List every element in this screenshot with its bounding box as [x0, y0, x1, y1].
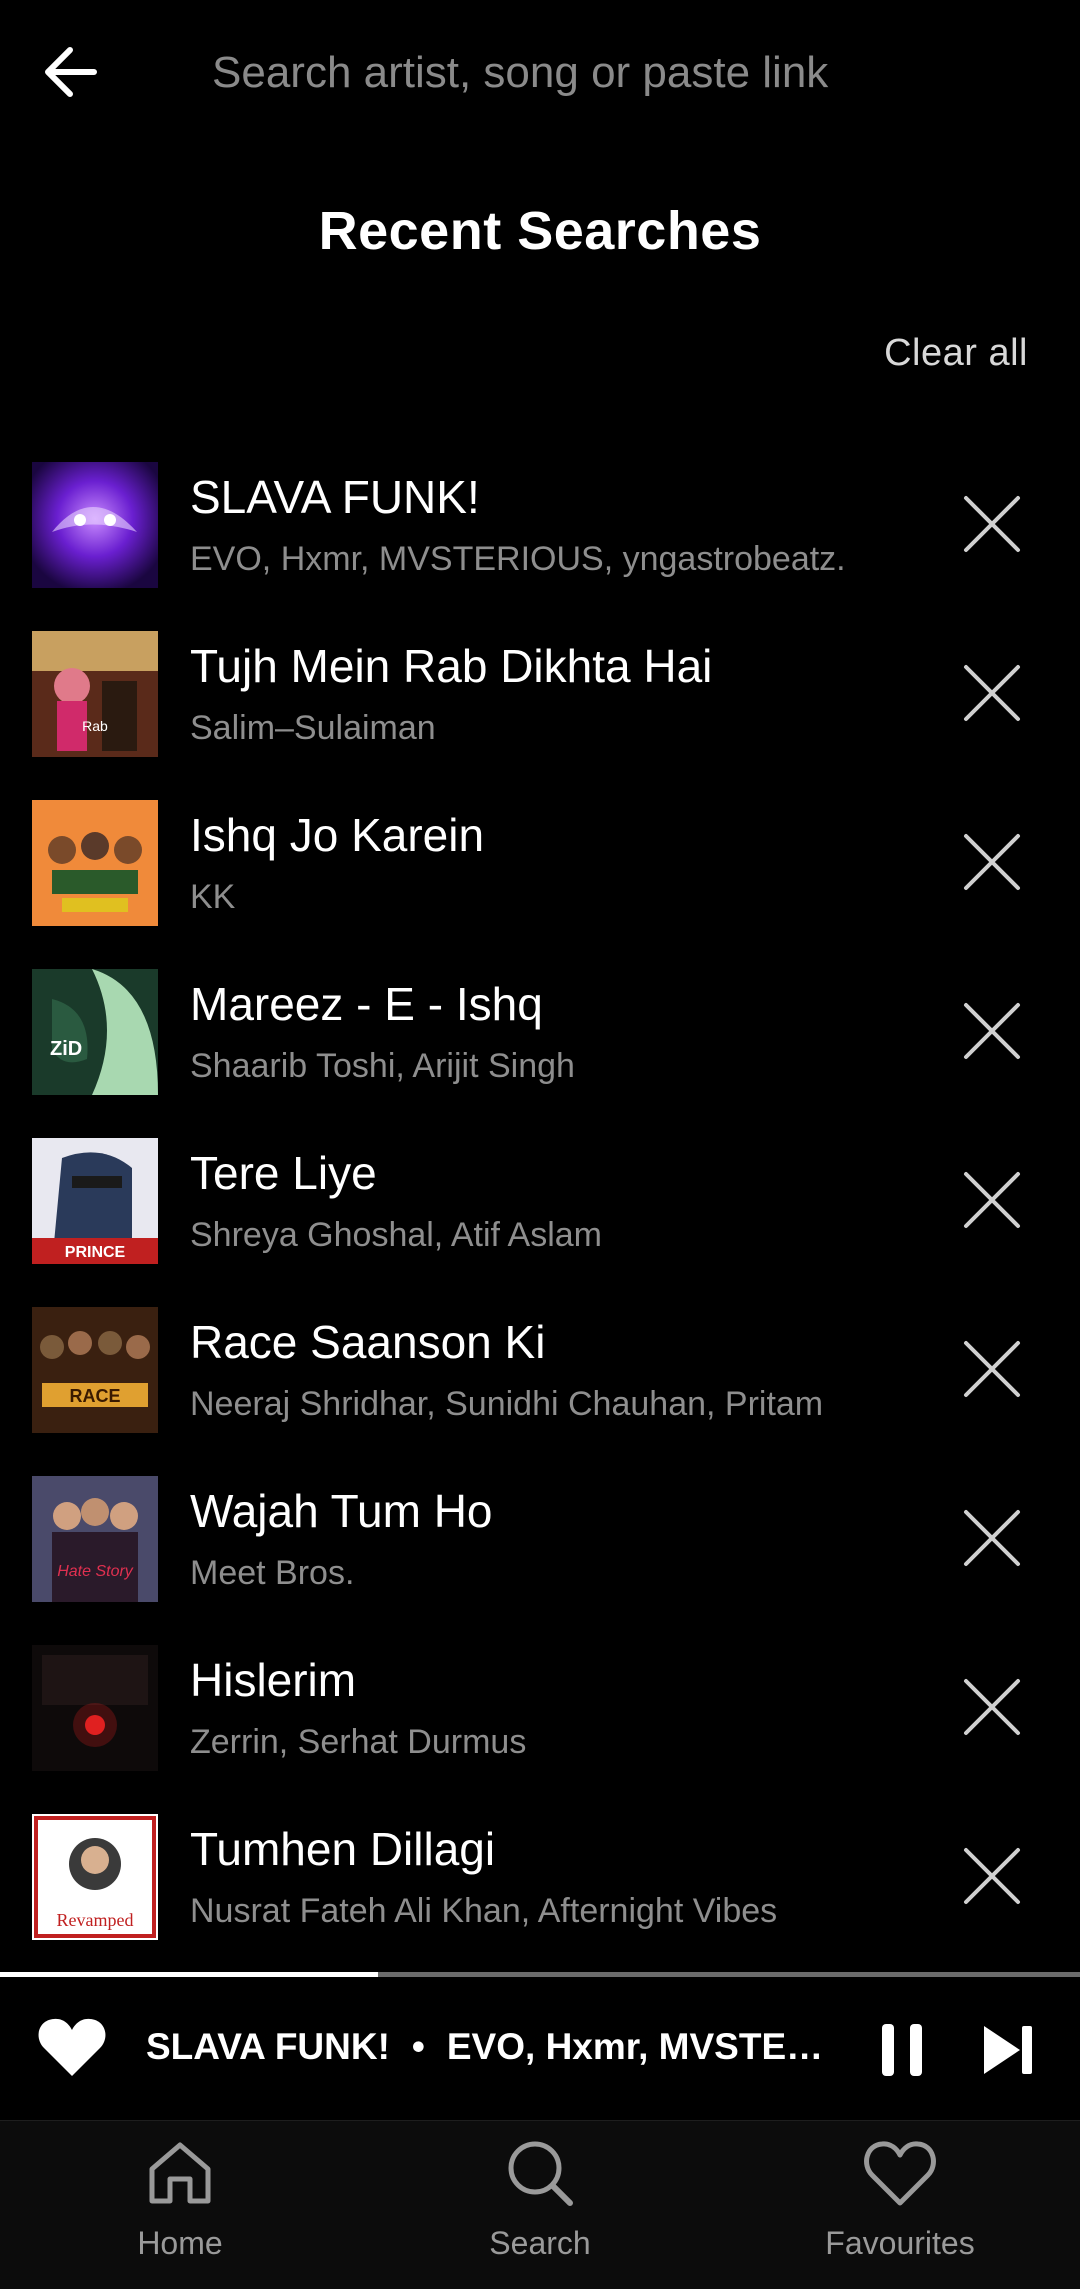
nav-favourites[interactable]: Favourites: [780, 2133, 1020, 2283]
song-title: SLAVA FUNK!: [190, 471, 480, 523]
song-title: Tujh Mein Rab Dikhta Hai: [190, 640, 713, 692]
album-art: PRINCE: [32, 1138, 158, 1264]
album-art: ZiD: [32, 969, 158, 1095]
heart-icon[interactable]: [36, 2014, 108, 2080]
home-icon: [149, 2142, 211, 2204]
nav-favourites-label: Favourites: [825, 2225, 975, 2261]
back-arrow-icon[interactable]: [32, 32, 112, 112]
album-art: [32, 800, 158, 926]
song-artist: KK: [190, 878, 236, 916]
list-item[interactable]: Rab Tujh Mein Rab Dikhta Hai Salim–Sulai…: [0, 629, 1080, 798]
close-icon[interactable]: [952, 480, 1032, 568]
song-artist: Neeraj Shridhar, Sunidhi Chauhan, Pritam: [190, 1385, 824, 1423]
heart-outline-icon: [864, 2141, 936, 2206]
song-title: Race Saanson Ki: [190, 1316, 546, 1368]
list-item[interactable]: PRINCE Tere Liye Shreya Ghoshal, Atif As…: [0, 1136, 1080, 1305]
search-input[interactable]: [210, 30, 1034, 116]
list-item[interactable]: ZiD Mareez - E - Ishq Shaarib Toshi, Ari…: [0, 967, 1080, 1136]
album-art: [32, 462, 158, 588]
song-artist: Nusrat Fateh Ali Khan, Afternight Vibes: [190, 1892, 778, 1930]
album-art: Hate Story: [32, 1476, 158, 1602]
close-icon[interactable]: [952, 1156, 1032, 1244]
list-item[interactable]: Ishq Jo Karein KK: [0, 798, 1080, 967]
nav-search-label: Search: [489, 2225, 591, 2261]
list-item[interactable]: Hislerim Zerrin, Serhat Durmus: [0, 1643, 1080, 1812]
close-icon[interactable]: [952, 1494, 1032, 1582]
svg-text:Revamped: Revamped: [57, 1910, 134, 1930]
skip-next-icon[interactable]: [980, 2022, 1036, 2078]
close-icon[interactable]: [952, 1832, 1032, 1920]
bottom-navigation: Home Search Favourites: [0, 2120, 1080, 2289]
song-artist: Shaarib Toshi, Arijit Singh: [190, 1047, 575, 1085]
svg-text:ZiD: ZiD: [50, 1038, 82, 1060]
song-artist: EVO, Hxmr, MVSTERIOUS, yngastrobeatz.: [190, 540, 846, 578]
song-title: Hislerim: [190, 1654, 357, 1706]
nav-home[interactable]: Home: [60, 2133, 300, 2283]
nav-search[interactable]: Search: [420, 2133, 660, 2283]
now-playing-artist: EVO, Hxmr, MVSTERI...: [446, 2026, 826, 2067]
list-item[interactable]: RACE Race Saanson Ki Neeraj Shridhar, Su…: [0, 1305, 1080, 1474]
close-icon[interactable]: [952, 818, 1032, 906]
svg-text:PRINCE: PRINCE: [65, 1244, 126, 1261]
song-artist: Zerrin, Serhat Durmus: [190, 1723, 527, 1761]
nav-home-label: Home: [137, 2225, 223, 2261]
song-title: Tumhen Dillagi: [190, 1823, 496, 1875]
song-title: Wajah Tum Ho: [190, 1485, 493, 1537]
svg-text:RACE: RACE: [69, 1386, 120, 1406]
top-bar: [0, 0, 1080, 140]
playback-progress-bar[interactable]: [0, 1972, 1080, 1977]
list-item[interactable]: Hate Story Wajah Tum Ho Meet Bros.: [0, 1474, 1080, 1643]
search-icon: [508, 2141, 573, 2206]
pause-icon[interactable]: [880, 2022, 924, 2078]
song-title: Mareez - E - Ishq: [190, 978, 543, 1030]
playback-progress-fill: [0, 1972, 378, 1977]
close-icon[interactable]: [952, 1663, 1032, 1751]
now-playing-text: SLAVA FUNK! • EVO, Hxmr, MVSTERI...: [146, 2026, 826, 2068]
close-icon[interactable]: [952, 649, 1032, 737]
album-art: Rab: [32, 631, 158, 757]
album-art: [32, 1645, 158, 1771]
album-art: RACE: [32, 1307, 158, 1433]
song-title: Tere Liye: [190, 1147, 377, 1199]
list-item[interactable]: SLAVA FUNK! EVO, Hxmr, MVSTERIOUS, yngas…: [0, 460, 1080, 629]
recent-searches-list: SLAVA FUNK! EVO, Hxmr, MVSTERIOUS, yngas…: [0, 460, 1080, 1981]
list-item[interactable]: Revamped Tumhen Dillagi Nusrat Fateh Ali…: [0, 1812, 1080, 1981]
now-playing-title: SLAVA FUNK!: [146, 2026, 390, 2067]
clear-all-button[interactable]: Clear all: [884, 332, 1028, 375]
song-artist: Shreya Ghoshal, Atif Aslam: [190, 1216, 602, 1254]
album-art: Revamped: [32, 1814, 158, 1940]
recent-searches-title: Recent Searches: [318, 201, 762, 261]
mini-player[interactable]: SLAVA FUNK! • EVO, Hxmr, MVSTERI...: [0, 1978, 1080, 2118]
song-title: Ishq Jo Karein: [190, 809, 485, 861]
song-artist: Meet Bros.: [190, 1554, 355, 1592]
close-icon[interactable]: [952, 1325, 1032, 1413]
separator-dot: •: [411, 2026, 425, 2067]
svg-text:Hate Story: Hate Story: [57, 1563, 134, 1580]
svg-text:Rab: Rab: [82, 718, 108, 734]
close-icon[interactable]: [952, 987, 1032, 1075]
song-artist: Salim–Sulaiman: [190, 709, 436, 747]
